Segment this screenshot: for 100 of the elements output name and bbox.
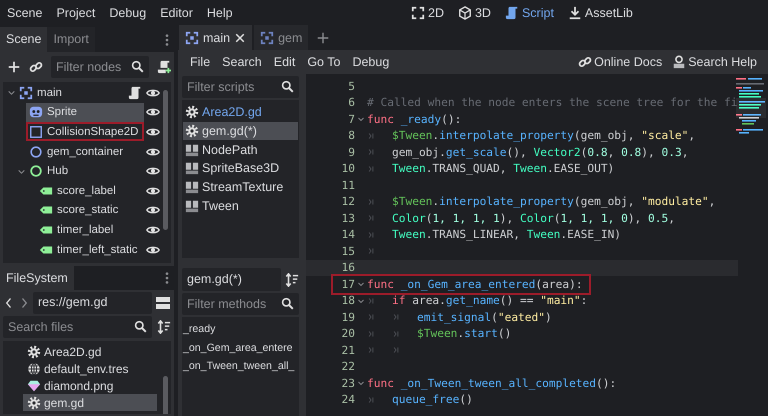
line-number: 24 <box>340 393 355 406</box>
tree-item[interactable]: score_static <box>36 200 144 220</box>
menu-item[interactable]: Editor <box>153 2 200 22</box>
close-icon[interactable] <box>234 32 246 44</box>
dock-tab[interactable]: FileSystem <box>0 266 74 290</box>
menu-item[interactable]: Scene <box>0 2 50 22</box>
menu-item[interactable]: Search <box>216 55 268 69</box>
menu-item[interactable]: Project <box>49 2 102 22</box>
line-number: 10 <box>340 162 355 176</box>
script-item[interactable]: NodePath <box>183 140 298 160</box>
tree-item[interactable]: Hub <box>26 162 144 181</box>
menu-item[interactable]: Debug <box>102 2 154 22</box>
line-number: 6 <box>347 96 355 110</box>
split-view-icon[interactable] <box>155 295 171 311</box>
line-number: 12 <box>340 195 355 208</box>
tree-item[interactable]: Sprite <box>26 102 144 122</box>
search-field[interactable]: Search files <box>3 316 152 338</box>
filter-field[interactable]: Filter scripts <box>182 76 299 98</box>
tab-marker-icon <box>392 328 400 339</box>
gear-icon <box>185 124 199 138</box>
code-token: . <box>432 195 440 208</box>
book-icon <box>185 161 199 176</box>
code-token: "main" <box>540 294 581 308</box>
method-item[interactable]: _ready <box>182 320 299 338</box>
line-number: 17 <box>340 278 355 291</box>
method-item[interactable]: _on_Gem_area_entere <box>182 338 299 357</box>
book-icon <box>185 142 199 157</box>
tree-item[interactable]: timer_left_static <box>36 240 144 260</box>
code-token: (gem_obj, <box>574 195 636 208</box>
fold-icon[interactable] <box>357 115 365 124</box>
tree-item[interactable]: main <box>16 83 126 102</box>
resource-entry[interactable]: diamond.png <box>23 377 157 394</box>
link-icon[interactable] <box>29 60 43 74</box>
more-icon[interactable] <box>164 32 170 46</box>
scroll-icon[interactable] <box>128 86 142 100</box>
code-token: ), <box>628 212 642 225</box>
book-icon <box>185 180 199 194</box>
line-number: 15 <box>340 244 355 258</box>
line-number: 20 <box>340 327 355 340</box>
menu-item[interactable]: Go To <box>301 55 346 69</box>
code-token: (area): <box>535 278 583 291</box>
workspace-button[interactable]: AssetLib <box>564 4 636 22</box>
line-number: 5 <box>347 80 355 93</box>
editor-tab[interactable]: main <box>179 25 252 50</box>
link-icon[interactable] <box>578 55 592 69</box>
dock-tab[interactable]: Import <box>47 27 95 52</box>
script-item[interactable]: Area2D.gd <box>183 103 298 122</box>
filter-field[interactable]: Filter nodes <box>51 56 149 78</box>
code-token: 0.8 <box>621 146 642 159</box>
resource-entry[interactable]: Area2D.gd <box>23 343 157 360</box>
add-script-icon[interactable] <box>157 60 171 74</box>
path-field[interactable]: res://gem.gd <box>33 292 152 314</box>
script-title: gem.gd(*) <box>182 268 281 291</box>
code-token: .EASE_IN) <box>560 228 622 242</box>
gear-icon <box>185 105 199 120</box>
script-item[interactable]: StreamTexture <box>183 178 298 196</box>
script-item[interactable]: SpriteBase3D <box>183 159 298 178</box>
code-token: ) <box>545 310 552 324</box>
code-token: . <box>432 129 440 142</box>
menu-item[interactable]: Edit <box>268 55 302 69</box>
menu-item[interactable]: Help <box>200 2 240 22</box>
code-token: , <box>608 146 616 159</box>
sort-icon[interactable] <box>285 272 299 286</box>
tree-item[interactable]: timer_label <box>36 220 144 240</box>
script-item[interactable]: Tween <box>183 196 298 216</box>
help-link[interactable]: Search Help <box>667 55 762 69</box>
workspace-button[interactable]: Script <box>502 4 557 22</box>
menu-item[interactable]: Debug <box>346 55 396 69</box>
fold-icon[interactable] <box>357 379 365 388</box>
chevron-down-icon[interactable] <box>6 88 16 98</box>
plus-icon[interactable] <box>316 30 330 44</box>
script-item[interactable]: gem.gd(*) <box>183 122 298 140</box>
search-icon <box>134 320 147 333</box>
menu-item[interactable]: File <box>184 55 216 69</box>
more-icon[interactable] <box>164 271 170 285</box>
frame-icon <box>19 86 33 100</box>
dock-tab[interactable]: Scene <box>0 27 48 52</box>
workspace-button[interactable]: 2D <box>408 4 447 22</box>
editor-tab[interactable]: gem <box>254 25 308 50</box>
workspace-button[interactable]: 3D <box>454 4 494 22</box>
sort-icon[interactable] <box>157 320 171 334</box>
code-token: _ready <box>400 112 442 126</box>
code-token: start <box>464 327 498 340</box>
tree-item[interactable]: score_label <box>36 181 144 200</box>
resource-entry[interactable]: gem.gd <box>23 394 157 411</box>
code-token: .TRANS_QUAD, <box>426 162 508 176</box>
filter-field[interactable]: Filter methods <box>182 293 299 315</box>
code-token: 1, 1, 1, 1 <box>432 212 500 225</box>
tree-item[interactable]: gem_container <box>26 142 144 162</box>
tree-item[interactable]: CollisionShape2D <box>26 122 144 142</box>
code-token: $Tween <box>392 129 432 142</box>
method-item[interactable]: _on_Tween_tween_all_ <box>182 357 299 376</box>
help-link[interactable]: Online Docs <box>573 55 668 69</box>
code-token: 0.3 <box>662 146 682 159</box>
gem-icon <box>27 378 41 392</box>
code-token: func <box>367 112 394 126</box>
resource-entry[interactable]: default_env.tres <box>23 360 157 377</box>
code-token: "eated" <box>498 310 545 324</box>
scrollbar[interactable] <box>163 90 168 230</box>
minimap-drawing <box>736 78 766 136</box>
